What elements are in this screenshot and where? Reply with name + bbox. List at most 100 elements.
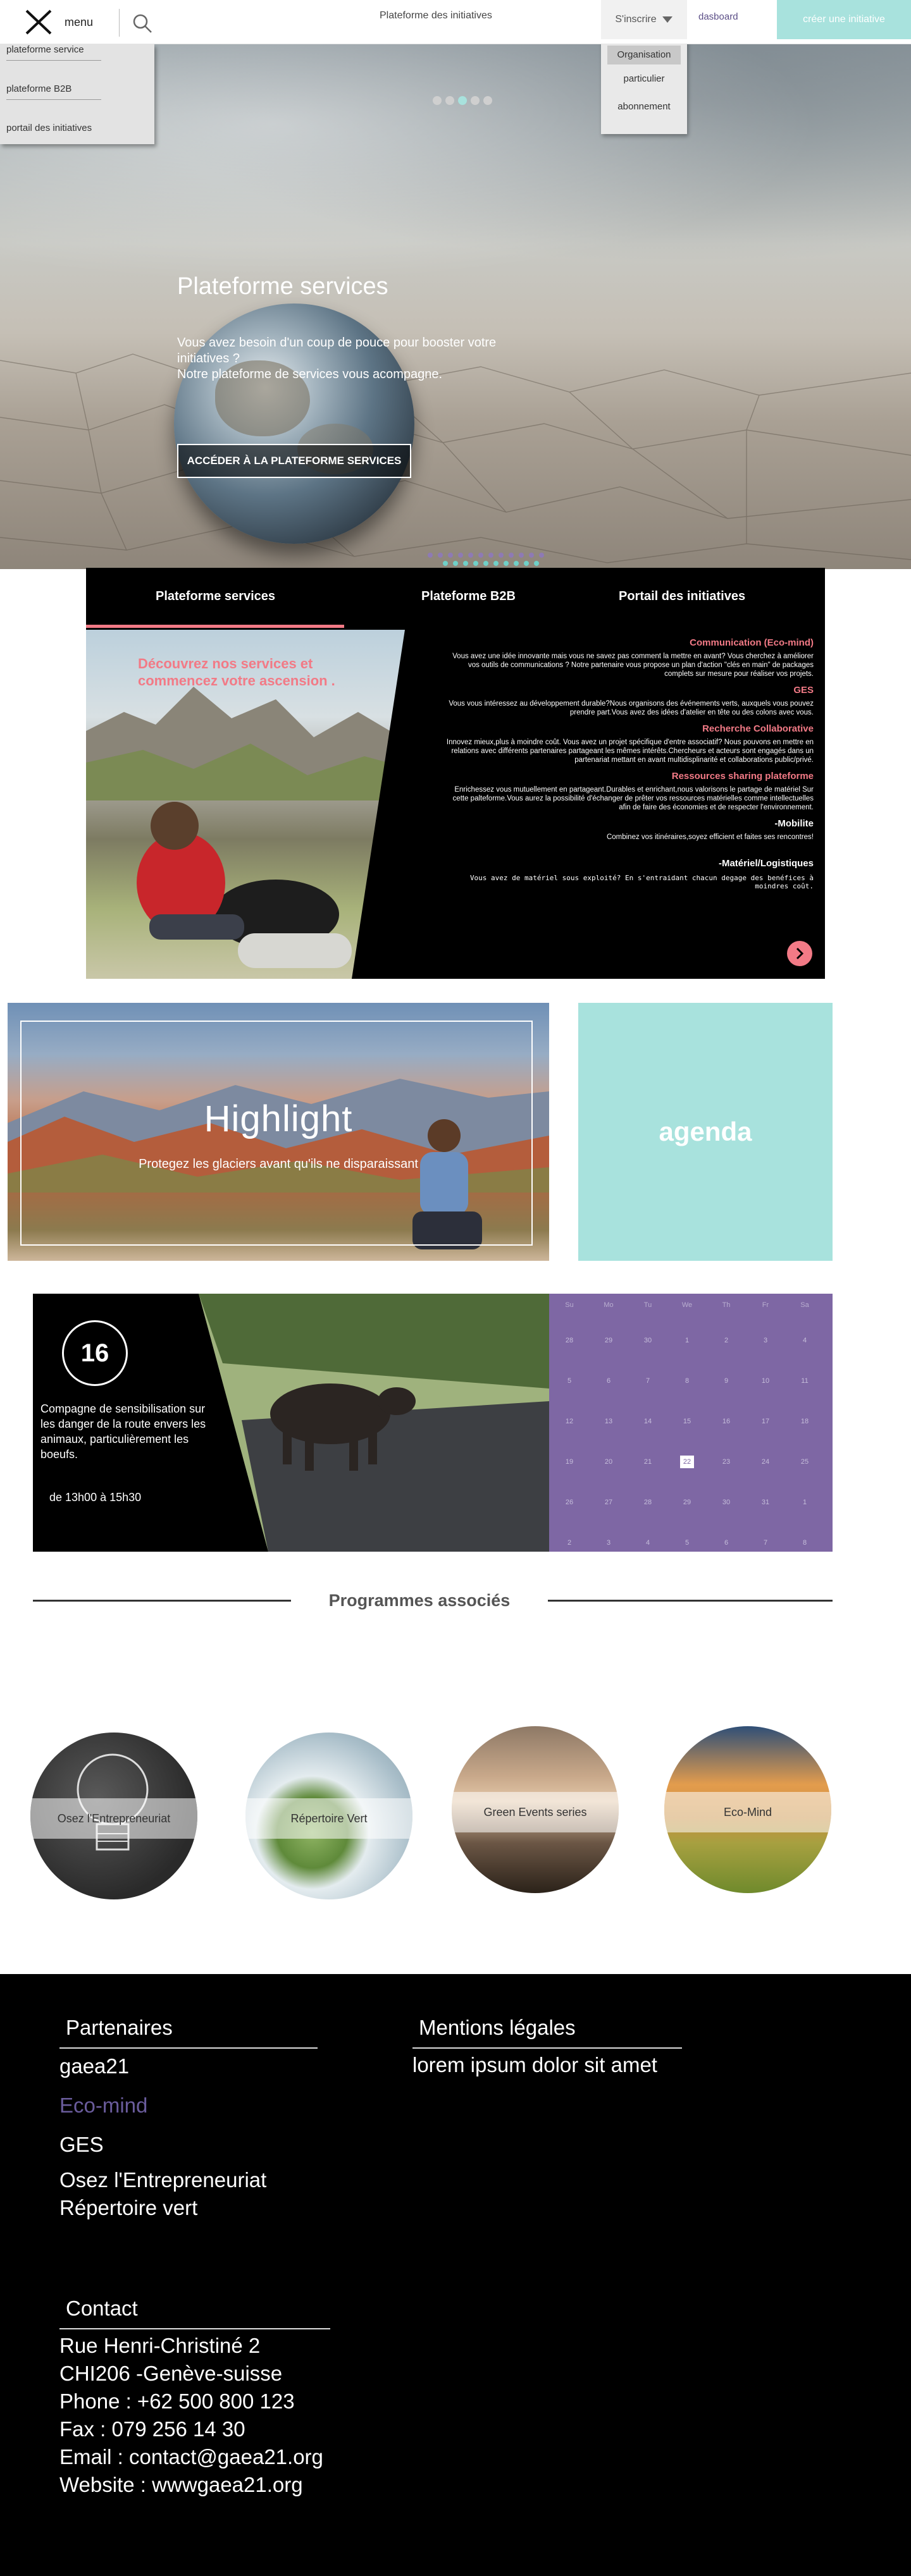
calendar-day[interactable]: 1	[674, 1334, 700, 1347]
slider-dot[interactable]	[471, 96, 480, 105]
close-icon[interactable]	[23, 9, 54, 35]
calendar-day[interactable]: 1	[792, 1496, 817, 1509]
slider-dot[interactable]	[445, 96, 454, 105]
calendar-day[interactable]: 7	[753, 1536, 778, 1549]
calendar-day[interactable]: 26	[557, 1496, 582, 1509]
calendar-day[interactable]: 16	[714, 1415, 739, 1428]
slider-dot[interactable]	[433, 96, 442, 105]
partner-link[interactable]: Eco-mind	[59, 2092, 147, 2119]
event-time: de 13h00 à 15h30	[49, 1491, 142, 1504]
divider	[412, 2047, 682, 2049]
partner-link[interactable]: Osez l'Entrepreneuriat	[59, 2166, 266, 2194]
event-card[interactable]: 16 Compagne de sensibilisation sur les d…	[33, 1294, 549, 1552]
decorative-dot	[473, 561, 478, 566]
programme-repertoire-vert[interactable]: Répertoire Vert	[245, 1733, 412, 1899]
chevron-right-icon	[796, 947, 804, 960]
contact-line[interactable]: Website : wwwgaea21.org	[59, 2471, 303, 2499]
calendar-day[interactable]: 28	[557, 1334, 582, 1347]
calendar-day[interactable]: 9	[714, 1375, 739, 1387]
calendar-day[interactable]: 6	[714, 1536, 739, 1549]
slider-dot[interactable]	[483, 96, 492, 105]
programme-eco-mind[interactable]: Eco-Mind	[664, 1726, 831, 1893]
signup-option-organisation[interactable]: Organisation	[607, 46, 681, 64]
event-description: Compagne de sensibilisation sur les dang…	[40, 1402, 206, 1461]
side-menu-item-service[interactable]: plateforme service	[6, 44, 101, 61]
next-arrow-button[interactable]	[787, 941, 812, 966]
highlight-title: Highlight	[204, 1098, 353, 1139]
service-heading: -Matériel/Logistiques	[718, 858, 814, 869]
calendar-day[interactable]: 3	[753, 1334, 778, 1347]
partner-link[interactable]: GES	[59, 2131, 104, 2159]
partner-link[interactable]: gaea21	[59, 2052, 129, 2080]
service-text: Vous avez une idée innovante mais vous n…	[452, 653, 814, 678]
calendar-day[interactable]: 7	[635, 1375, 660, 1387]
calendar-day[interactable]: 2	[557, 1536, 582, 1549]
service-text: Innovez mieux,plus à moindre coût. Vous …	[446, 739, 814, 764]
tab-plateforme-services[interactable]: Plateforme services	[156, 589, 275, 604]
dashboard-link[interactable]: dasboard	[698, 11, 738, 22]
calendar-day[interactable]: 3	[596, 1536, 621, 1549]
calendar-day-selected[interactable]: 22	[680, 1456, 694, 1468]
calendar-day[interactable]: 8	[792, 1536, 817, 1549]
calendar-day[interactable]: 4	[792, 1334, 817, 1347]
create-initiative-button[interactable]: créer une initiative	[777, 0, 911, 39]
calendar-day[interactable]: 30	[635, 1334, 660, 1347]
calendar-day[interactable]: 20	[596, 1456, 621, 1468]
decorative-dot	[539, 553, 544, 558]
calendar-day[interactable]: 6	[596, 1375, 621, 1387]
access-services-button[interactable]: ACCÉDER À LA PLATEFORME SERVICES	[177, 444, 411, 478]
decorative-dot	[514, 561, 519, 566]
service-text: Vous avez de matériel sous exploité? En …	[469, 874, 814, 890]
calendar-day[interactable]: 24	[753, 1456, 778, 1468]
side-menu-item-portail[interactable]: portail des initiatives	[6, 123, 101, 138]
calendar-weekday: Tu	[643, 1301, 652, 1309]
calendar-day[interactable]: 28	[635, 1496, 660, 1509]
calendar-day[interactable]: 17	[753, 1415, 778, 1428]
tab-plateforme-b2b[interactable]: Plateforme B2B	[421, 589, 516, 604]
calendar-day[interactable]: 25	[792, 1456, 817, 1468]
calendar-day[interactable]: 15	[674, 1415, 700, 1428]
side-menu-item-b2b[interactable]: plateforme B2B	[6, 83, 101, 100]
agenda-tile[interactable]: agenda	[578, 1003, 833, 1261]
calendar-day[interactable]: 23	[714, 1456, 739, 1468]
calendar-day[interactable]: 21	[635, 1456, 660, 1468]
calendar-day[interactable]: 5	[557, 1375, 582, 1387]
side-menu-dropdown: plateforme service plateforme B2B portai…	[0, 44, 154, 144]
calendar-day[interactable]: 31	[753, 1496, 778, 1509]
calendar-day[interactable]: 29	[674, 1496, 700, 1509]
calendar-day[interactable]: 13	[596, 1415, 621, 1428]
calendar-day[interactable]: 30	[714, 1496, 739, 1509]
calendar-day[interactable]: 14	[635, 1415, 660, 1428]
calendar-day[interactable]: 2	[714, 1334, 739, 1347]
calendar-day[interactable]: 12	[557, 1415, 582, 1428]
service-text: Vous vous intéressez au développement du…	[449, 700, 814, 716]
nav-link-initiatives[interactable]: Plateforme des initiatives	[380, 10, 492, 21]
programme-label: Eco-Mind	[664, 1792, 831, 1832]
signup-option-particulier[interactable]: particulier	[601, 73, 687, 84]
hero-text-line: Notre plateforme de services vous acompa…	[177, 367, 443, 381]
calendar-day[interactable]: 11	[792, 1375, 817, 1387]
signup-dropdown-button[interactable]: S'inscrire	[601, 0, 687, 39]
contact-line: Fax : 079 256 14 30	[59, 2417, 245, 2441]
calendar-day[interactable]: 18	[792, 1415, 817, 1428]
decorative-dot	[524, 561, 529, 566]
calendar-day[interactable]: 19	[557, 1456, 582, 1468]
programme-osez-entrepreneuriat[interactable]: Osez l'Entrepreneuriat	[30, 1733, 197, 1899]
calendar-widget: Su Mo Tu We Th Fr Sa 28 29 30 1 2 3 4 5 6 7 8 9 10 11 12 13 14 1…	[549, 1294, 833, 1552]
programme-green-events[interactable]: Green Events series	[452, 1726, 619, 1893]
slider-dot-active[interactable]	[458, 96, 467, 105]
calendar-day[interactable]: 10	[753, 1375, 778, 1387]
tab-portail-initiatives[interactable]: Portail des initiatives	[619, 589, 745, 604]
partner-link[interactable]: Répertoire vert	[59, 2194, 197, 2222]
calendar-day[interactable]: 4	[635, 1536, 660, 1549]
calendar-day[interactable]: 5	[674, 1536, 700, 1549]
service-text: Combinez vos itinéraires,soyez efficient…	[606, 833, 814, 841]
calendar-day[interactable]: 27	[596, 1496, 621, 1509]
calendar-day[interactable]: 8	[674, 1375, 700, 1387]
search-icon[interactable]	[132, 13, 153, 34]
menu-button[interactable]: menu	[23, 9, 111, 35]
calendar-day[interactable]: 29	[596, 1334, 621, 1347]
signup-option-abonnement[interactable]: abonnement	[601, 101, 687, 112]
highlight-card[interactable]: Highlight Protegez les glaciers avant qu…	[8, 1003, 549, 1261]
contact-line[interactable]: Email : contact@gaea21.org	[59, 2443, 323, 2471]
